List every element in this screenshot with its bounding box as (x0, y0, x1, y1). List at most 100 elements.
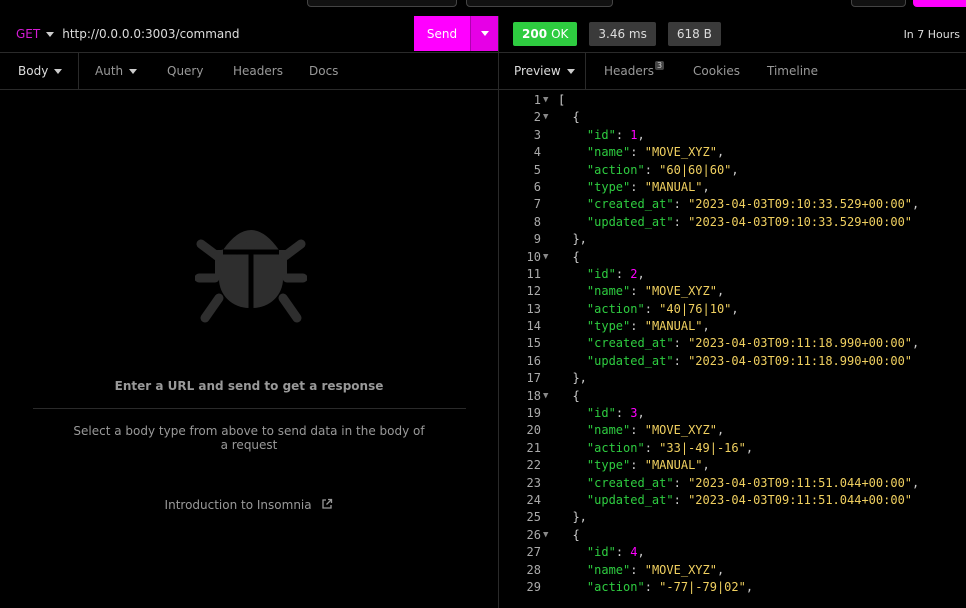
json-punctuation: { (572, 110, 580, 125)
json-punctuation: : (630, 284, 645, 299)
code-text: "created_at": "2023-04-03T09:10:33.529+0… (558, 196, 919, 213)
json-key: "id" (586, 406, 616, 421)
line-number: 14 (526, 319, 541, 334)
json-punctuation: { (572, 249, 580, 264)
chevron-down-icon (480, 31, 489, 36)
fold-toggle-icon[interactable]: ▼ (543, 249, 548, 266)
code-line: 22 "type": "MANUAL", (499, 457, 966, 474)
json-key: "name" (586, 145, 631, 160)
code-line: 12 "name": "MOVE_XYZ", (499, 283, 966, 300)
code-line: 6 "type": "MANUAL", (499, 179, 966, 196)
json-punctuation: , (637, 406, 645, 421)
json-number: 4 (630, 545, 638, 560)
json-key: "id" (586, 127, 616, 142)
json-punctuation: , (731, 301, 739, 316)
json-punctuation: : (644, 440, 660, 455)
line-number: 29 (526, 579, 541, 594)
tab-auth[interactable]: Auth (79, 53, 157, 89)
method-select[interactable]: GET (16, 27, 55, 41)
line-number: 8 (533, 214, 541, 229)
line-number: 6 (533, 179, 541, 194)
response-json-viewer[interactable]: 1 ▼[2 ▼ {3 "id": 1, 4 "name": "MOVE_XYZ", 5 … (499, 92, 966, 596)
response-status-bar: 200 OK 3.46 ms 618 B (513, 22, 721, 46)
tab-docs[interactable]: Docs (298, 53, 358, 89)
json-punctuation: }, (572, 371, 587, 386)
fold-toggle-icon[interactable]: ▼ (543, 92, 548, 109)
json-key: "action" (586, 579, 645, 594)
top-signup-button[interactable] (913, 0, 966, 7)
top-login-button[interactable] (851, 0, 906, 7)
send-button[interactable]: Send (414, 16, 470, 51)
line-number: 24 (526, 492, 541, 507)
fold-toggle-icon[interactable]: ▼ (543, 527, 548, 544)
json-key: "name" (586, 562, 631, 577)
tab-body-label: Body (18, 64, 49, 78)
json-key: "created_at" (586, 336, 674, 351)
json-punctuation: : (630, 562, 645, 577)
line-number: 10 (526, 249, 541, 264)
code-line: 27 "id": 4, (499, 544, 966, 561)
fold-toggle-icon[interactable]: ▼ (543, 109, 548, 126)
intro-link[interactable]: Introduction to Insomnia (0, 498, 498, 512)
code-text: "action": "33|-49|-16", (558, 440, 753, 457)
top-environment-pill[interactable] (307, 0, 457, 7)
code-line: 3 "id": 1, (499, 127, 966, 144)
json-key: "type" (586, 458, 631, 473)
tab-body[interactable]: Body (0, 53, 79, 89)
line-number: 16 (526, 353, 541, 368)
tab-headers[interactable]: Headers (222, 53, 298, 89)
code-line: 16 "updated_at": "2023-04-03T09:11:18.99… (499, 353, 966, 370)
tab-timeline[interactable]: Timeline (751, 53, 831, 89)
status-badge: 200 OK (513, 22, 578, 46)
json-string: "MOVE_XYZ" (644, 423, 717, 438)
tab-preview[interactable]: Preview (499, 53, 586, 89)
json-punctuation: , (637, 266, 645, 281)
url-input[interactable]: http://0.0.0.0:3003/command (62, 27, 239, 41)
tab-query[interactable]: Query (157, 53, 222, 89)
line-number: 5 (533, 162, 541, 177)
json-string: "2023-04-03T09:10:33.529+00:00" (688, 214, 913, 229)
tab-auth-label: Auth (95, 64, 124, 78)
line-number: 3 (533, 127, 541, 142)
response-age[interactable]: In 7 Hours (904, 28, 960, 41)
tab-response-headers[interactable]: Headers 3 (586, 53, 676, 89)
code-line: 24 "updated_at": "2023-04-03T09:11:51.04… (499, 492, 966, 509)
json-punctuation: : (644, 579, 660, 594)
code-line: 18 ▼ { (499, 388, 966, 405)
json-string: "MOVE_XYZ" (644, 562, 717, 577)
code-line: 20 "name": "MOVE_XYZ", (499, 422, 966, 439)
code-text: "name": "MOVE_XYZ", (558, 283, 724, 300)
code-text: "created_at": "2023-04-03T09:11:51.044+0… (558, 475, 919, 492)
fold-toggle-icon[interactable]: ▼ (543, 388, 548, 405)
json-string: "MANUAL" (644, 319, 703, 334)
chevron-down-icon (566, 68, 575, 74)
json-punctuation: , (716, 423, 725, 438)
json-punctuation: [ (558, 93, 566, 107)
response-time-badge: 3.46 ms (589, 22, 656, 46)
json-string: "33|-49|-16" (659, 440, 746, 455)
json-punctuation: : (673, 492, 689, 507)
line-number: 1 (533, 93, 541, 107)
tab-cookies[interactable]: Cookies (676, 53, 751, 89)
chevron-down-icon (129, 68, 138, 74)
chevron-down-icon (46, 31, 55, 37)
top-collection-pill[interactable] (466, 0, 613, 7)
code-text: { (558, 109, 580, 126)
tab-preview-label: Preview (514, 64, 561, 78)
line-number: 4 (533, 145, 541, 160)
code-line: 14 "type": "MANUAL", (499, 318, 966, 335)
json-punctuation: , (716, 145, 725, 160)
code-text: "action": "-77|-79|02", (558, 579, 753, 596)
code-line: 1 ▼ [ (499, 92, 966, 109)
code-line: 8 "updated_at": "2023-04-03T09:10:33.529… (499, 214, 966, 231)
json-string: "MANUAL" (644, 179, 703, 194)
code-text: "name": "MOVE_XYZ", (558, 422, 724, 439)
send-options-button[interactable] (470, 16, 498, 51)
body-type-hint: Select a body type from above to send da… (73, 424, 425, 452)
json-punctuation: : (630, 145, 645, 160)
code-text: "action": "40|76|10", (558, 301, 739, 318)
tab-query-label: Query (167, 64, 204, 78)
json-punctuation: , (745, 579, 754, 594)
json-string: "MOVE_XYZ" (644, 284, 717, 299)
code-text: "id": 1, (558, 127, 645, 144)
